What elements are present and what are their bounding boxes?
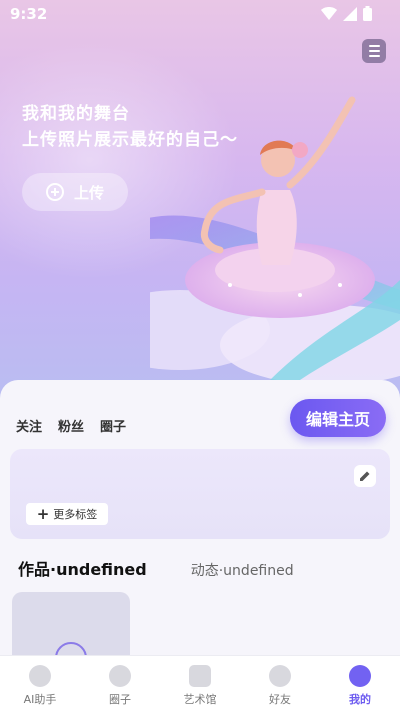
bottom-nav: AI助手 圈子 艺术馆 好友 我的 [0, 655, 400, 711]
tag-card: + 更多标签 [10, 449, 390, 539]
nav-label: 圈子 [109, 693, 131, 706]
ai-assistant-icon [29, 665, 51, 687]
wifi-icon [321, 6, 337, 20]
status-time: 9:32 [10, 5, 48, 23]
hero-title: 我和我的舞台 上传照片展示最好的自己～ [22, 101, 238, 153]
battery-icon [363, 6, 372, 21]
more-tags-button[interactable]: + 更多标签 [26, 503, 108, 525]
nav-gallery[interactable]: 艺术馆 [160, 656, 240, 711]
nav-ai-assistant[interactable]: AI助手 [0, 656, 80, 711]
edit-profile-button[interactable]: 编辑主页 [290, 399, 386, 437]
edit-tags-button[interactable] [354, 465, 376, 487]
plus-circle-icon [46, 183, 64, 201]
nav-label: AI助手 [23, 693, 57, 706]
nav-friends[interactable]: 好友 [240, 656, 320, 711]
nav-circle[interactable]: 圈子 [80, 656, 160, 711]
nav-label: 艺术馆 [183, 693, 217, 706]
following-link[interactable]: 关注 [16, 416, 42, 435]
hero-line-2: 上传照片展示最好的自己～ [22, 130, 238, 149]
menu-button[interactable] [362, 39, 386, 63]
upload-label: 上传 [74, 183, 105, 202]
gallery-icon [189, 665, 211, 687]
friends-icon [269, 665, 291, 687]
hero-line-1: 我和我的舞台 [22, 104, 130, 123]
me-icon [349, 665, 371, 687]
follow-stats: 关注 粉丝 圈子 [16, 416, 126, 435]
status-bar: 9:32 [0, 0, 400, 28]
circle-icon [109, 665, 131, 687]
hero-banner: 9:32 我和我的舞台 上传照片展示最好的自己～ 上传 [0, 0, 400, 400]
pencil-icon [360, 471, 370, 481]
nav-label: 我的 [349, 693, 371, 706]
plus-icon: + [36, 504, 50, 523]
more-tags-label: 更多标签 [53, 508, 98, 521]
content-tabs: 作品·undefined 动态·undefined [18, 556, 294, 580]
circles-link[interactable]: 圈子 [100, 416, 126, 435]
tab-moments[interactable]: 动态·undefined [191, 560, 294, 580]
fans-link[interactable]: 粉丝 [58, 416, 84, 435]
status-icons [321, 6, 372, 21]
signal-icon [343, 6, 357, 21]
upload-button[interactable]: 上传 [22, 173, 128, 211]
nav-label: 好友 [269, 693, 291, 706]
tab-works[interactable]: 作品·undefined [18, 556, 147, 580]
profile-panel: 关注 粉丝 圈子 编辑主页 + 更多标签 作品·undefined 动态·und… [0, 380, 400, 682]
nav-me[interactable]: 我的 [320, 656, 400, 711]
